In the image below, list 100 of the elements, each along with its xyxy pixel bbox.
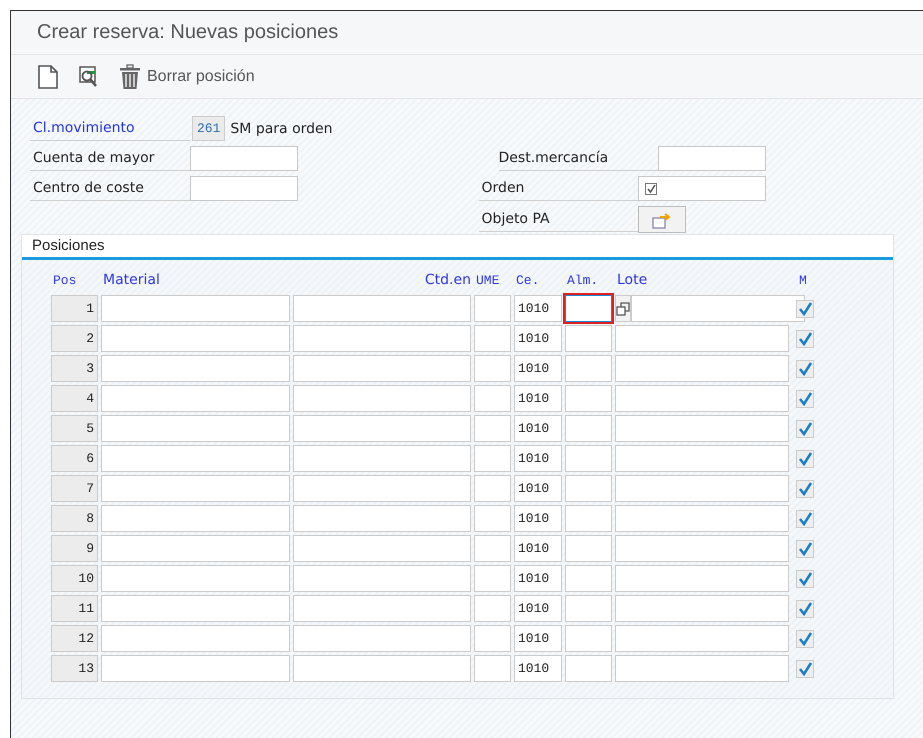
batch-field[interactable] xyxy=(615,415,789,442)
material-field[interactable] xyxy=(101,625,290,652)
plant-field[interactable]: 1010 xyxy=(514,565,562,592)
batch-field[interactable] xyxy=(615,325,789,352)
checkbox[interactable] xyxy=(796,420,814,438)
plant-field[interactable]: 1010 xyxy=(514,355,562,382)
plant-field[interactable]: 1010 xyxy=(514,475,562,502)
material-field[interactable] xyxy=(101,505,290,532)
storage-location-field[interactable] xyxy=(565,565,612,592)
checkbox[interactable] xyxy=(796,600,814,618)
quantity-field[interactable] xyxy=(293,565,471,592)
batch-field[interactable] xyxy=(631,295,805,322)
plant-field[interactable]: 1010 xyxy=(514,655,562,682)
storage-location-field[interactable] xyxy=(565,505,612,532)
cost-center-field[interactable] xyxy=(190,176,298,201)
unit-field[interactable] xyxy=(474,475,511,502)
plant-field[interactable]: 1010 xyxy=(514,625,562,652)
unit-field[interactable] xyxy=(474,655,511,682)
batch-field[interactable] xyxy=(615,565,789,592)
material-field[interactable] xyxy=(101,295,290,322)
batch-field[interactable] xyxy=(615,625,789,652)
pa-object-button[interactable] xyxy=(638,206,686,233)
value-help-button[interactable] xyxy=(615,295,631,322)
material-field[interactable] xyxy=(101,595,290,622)
material-field[interactable] xyxy=(101,355,290,382)
quantity-field[interactable] xyxy=(293,295,471,322)
checkbox[interactable] xyxy=(796,450,814,468)
quantity-field[interactable] xyxy=(293,475,471,502)
plant-field[interactable]: 1010 xyxy=(514,505,562,532)
unit-field[interactable] xyxy=(474,625,511,652)
checkbox[interactable] xyxy=(796,360,814,378)
quantity-field[interactable] xyxy=(293,655,471,682)
checkbox[interactable] xyxy=(796,570,814,588)
new-document-button[interactable] xyxy=(37,64,59,88)
material-field[interactable] xyxy=(101,655,290,682)
checkbox[interactable] xyxy=(796,540,814,558)
row-number: 7 xyxy=(51,475,98,502)
checkbox[interactable] xyxy=(796,390,814,408)
storage-location-field[interactable] xyxy=(565,655,612,682)
batch-field[interactable] xyxy=(615,475,789,502)
batch-field[interactable] xyxy=(615,595,789,622)
row-number: 8 xyxy=(51,505,98,532)
quantity-field[interactable] xyxy=(293,445,471,472)
delete-position-button[interactable]: Borrar posición xyxy=(119,64,255,90)
unit-field[interactable] xyxy=(474,535,511,562)
checkbox[interactable] xyxy=(796,330,814,348)
material-field[interactable] xyxy=(101,325,290,352)
unit-field[interactable] xyxy=(474,295,511,322)
quantity-field[interactable] xyxy=(293,355,471,382)
unit-field[interactable] xyxy=(474,385,511,412)
unit-field[interactable] xyxy=(474,445,511,472)
batch-field[interactable] xyxy=(615,535,789,562)
quantity-field[interactable] xyxy=(293,325,471,352)
plant-field[interactable]: 1010 xyxy=(514,385,562,412)
unit-field[interactable] xyxy=(474,355,511,382)
batch-field[interactable] xyxy=(615,385,789,412)
checkbox[interactable] xyxy=(796,630,814,648)
storage-location-field[interactable] xyxy=(565,295,612,322)
quantity-field[interactable] xyxy=(293,415,471,442)
quantity-field[interactable] xyxy=(293,625,471,652)
storage-location-field[interactable] xyxy=(565,325,612,352)
unit-field[interactable] xyxy=(474,415,511,442)
batch-field[interactable] xyxy=(615,505,789,532)
storage-location-field[interactable] xyxy=(565,355,612,382)
recipient-field[interactable] xyxy=(658,146,766,171)
material-field[interactable] xyxy=(101,565,290,592)
material-field[interactable] xyxy=(101,475,290,502)
plant-field[interactable]: 1010 xyxy=(514,415,562,442)
checkbox[interactable] xyxy=(796,480,814,498)
unit-field[interactable] xyxy=(474,325,511,352)
batch-field[interactable] xyxy=(615,355,789,382)
plant-field[interactable]: 1010 xyxy=(514,445,562,472)
storage-location-field[interactable] xyxy=(565,595,612,622)
plant-field[interactable]: 1010 xyxy=(514,535,562,562)
material-field[interactable] xyxy=(101,445,290,472)
material-field[interactable] xyxy=(101,415,290,442)
material-field[interactable] xyxy=(101,535,290,562)
quantity-field[interactable] xyxy=(293,595,471,622)
batch-field[interactable] xyxy=(615,445,789,472)
checkbox[interactable] xyxy=(796,510,814,528)
plant-field[interactable]: 1010 xyxy=(514,295,562,322)
unit-field[interactable] xyxy=(474,565,511,592)
unit-field[interactable] xyxy=(474,505,511,532)
storage-location-field[interactable] xyxy=(565,475,612,502)
material-field[interactable] xyxy=(101,385,290,412)
plant-field[interactable]: 1010 xyxy=(514,325,562,352)
storage-location-field[interactable] xyxy=(565,535,612,562)
quantity-field[interactable] xyxy=(293,505,471,532)
checkbox[interactable] xyxy=(796,660,814,678)
unit-field[interactable] xyxy=(474,595,511,622)
gl-account-field[interactable] xyxy=(190,146,298,171)
plant-field[interactable]: 1010 xyxy=(514,595,562,622)
storage-location-field[interactable] xyxy=(565,385,612,412)
batch-field[interactable] xyxy=(615,655,789,682)
storage-location-field[interactable] xyxy=(565,445,612,472)
storage-location-field[interactable] xyxy=(565,625,612,652)
quantity-field[interactable] xyxy=(293,385,471,412)
storage-location-field[interactable] xyxy=(565,415,612,442)
order-field[interactable] xyxy=(638,176,766,201)
quantity-field[interactable] xyxy=(293,535,471,562)
